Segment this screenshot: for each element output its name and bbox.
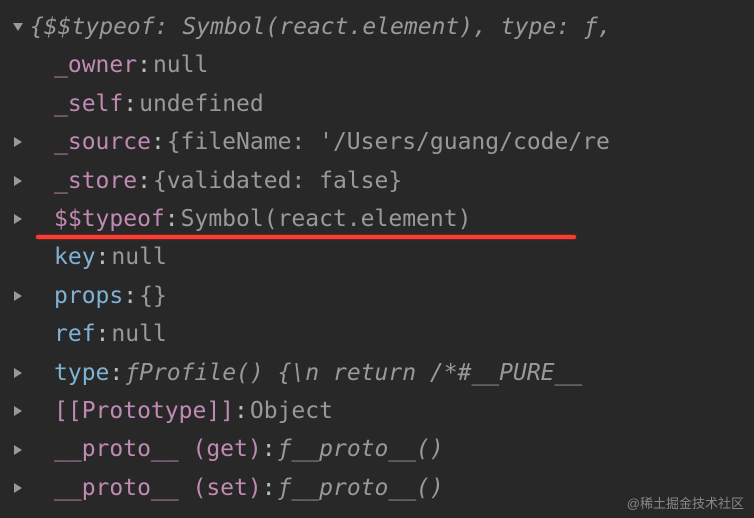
property-value: Symbol(react.element) xyxy=(181,200,472,238)
colon: : xyxy=(137,46,151,84)
object-line: _self: undefined xyxy=(0,85,754,123)
expand-arrow-icon[interactable] xyxy=(6,21,30,33)
property-value: null xyxy=(111,238,166,276)
property-key: $$typeof xyxy=(54,200,165,238)
property-key: key xyxy=(54,238,96,276)
object-line[interactable]: _source: {fileName: '/Users/guang/code/r… xyxy=(0,123,754,161)
object-line[interactable]: $$typeof: Symbol(react.element) xyxy=(0,200,754,238)
property-value: {} xyxy=(139,277,167,315)
colon: : xyxy=(109,354,123,392)
expand-arrow-icon[interactable] xyxy=(6,175,30,187)
object-line[interactable]: __proto__ (get): ƒ __proto__() xyxy=(0,430,754,468)
colon: : xyxy=(151,123,165,161)
colon: : xyxy=(96,238,110,276)
colon: : xyxy=(96,315,110,353)
property-key: __proto__ (get) xyxy=(54,430,262,468)
object-line[interactable]: _store: {validated: false} xyxy=(0,162,754,200)
property-value: null xyxy=(111,315,166,353)
property-key: _owner xyxy=(54,46,137,84)
property-key: ref xyxy=(54,315,96,353)
annotation-underline xyxy=(36,235,576,239)
object-line: ref: null xyxy=(0,315,754,353)
expand-arrow-icon[interactable] xyxy=(6,290,30,302)
colon: : xyxy=(123,85,137,123)
expand-arrow-icon[interactable] xyxy=(6,136,30,148)
property-key: _source xyxy=(54,123,151,161)
expand-arrow-icon[interactable] xyxy=(6,213,30,225)
expand-arrow-icon[interactable] xyxy=(6,444,30,456)
property-key: _store xyxy=(54,162,137,200)
colon: : xyxy=(137,162,151,200)
property-key: props xyxy=(54,277,123,315)
property-value: Profile() {\n return /*#__PURE__ xyxy=(139,354,582,392)
function-glyph: ƒ xyxy=(278,430,292,468)
property-key: _self xyxy=(54,85,123,123)
property-value: Object xyxy=(250,392,333,430)
object-line: _owner: null xyxy=(0,46,754,84)
property-key: [[Prototype]] xyxy=(54,392,234,430)
colon: : xyxy=(165,200,179,238)
expand-arrow-icon[interactable] xyxy=(6,405,30,417)
object-line: key: null xyxy=(0,238,754,276)
function-glyph: ƒ xyxy=(125,354,139,392)
console-object-view: {$$typeof: Symbol(react.element), type: … xyxy=(0,8,754,507)
colon: : xyxy=(234,392,248,430)
property-value: {fileName: '/Users/guang/code/re xyxy=(167,123,610,161)
colon: : xyxy=(262,430,276,468)
property-value: __proto__() xyxy=(291,469,443,507)
expand-arrow-icon[interactable] xyxy=(6,482,30,494)
property-value: null xyxy=(153,46,208,84)
property-value: {validated: false} xyxy=(153,162,402,200)
colon: : xyxy=(262,469,276,507)
property-value: {$$typeof: Symbol(react.element), type: … xyxy=(30,8,612,46)
property-value: __proto__() xyxy=(291,430,443,468)
object-line[interactable]: type: ƒ Profile() {\n return /*#__PURE__ xyxy=(0,354,754,392)
property-key: __proto__ (set) xyxy=(54,469,262,507)
object-line[interactable]: [[Prototype]]: Object xyxy=(0,392,754,430)
watermark: @稀土掘金技术社区 xyxy=(627,493,744,512)
property-key: type xyxy=(54,354,109,392)
expand-arrow-icon[interactable] xyxy=(6,367,30,379)
object-line[interactable]: props: {} xyxy=(0,277,754,315)
property-value: undefined xyxy=(139,85,264,123)
colon: : xyxy=(123,277,137,315)
object-line: {$$typeof: Symbol(react.element), type: … xyxy=(0,8,754,46)
function-glyph: ƒ xyxy=(278,469,292,507)
